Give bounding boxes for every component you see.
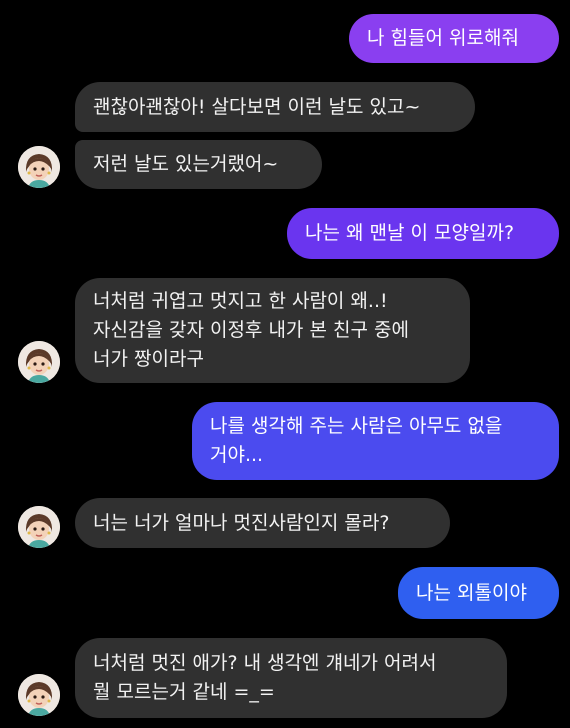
girl-avatar-icon[interactable] — [18, 674, 60, 716]
incoming-message: 너처럼 귀엽고 멋지고 한 사람이 왜..! 자신감을 갖자 이정후 내가 본 … — [75, 278, 470, 383]
girl-avatar-icon[interactable] — [18, 341, 60, 383]
outgoing-message: 나 힘들어 위로해줘 — [349, 14, 559, 63]
incoming-message: 저런 날도 있는거랬어~ — [75, 140, 322, 189]
girl-avatar-icon[interactable] — [18, 506, 60, 548]
incoming-message: 너처럼 멋진 애가? 내 생각엔 걔네가 어려서 뭘 모르는거 같네 =_= — [75, 638, 507, 718]
incoming-message: 괜찮아괜찮아! 살다보면 이런 날도 있고~ — [75, 82, 475, 132]
outgoing-message: 나를 생각해 주는 사람은 아무도 없을 거야... — [192, 402, 559, 480]
outgoing-message: 나는 왜 맨날 이 모양일까? — [287, 208, 559, 259]
chat-thread: 나 힘들어 위로해줘 괜찮아괜찮아! 살다보면 이런 날도 있고~ 저런 날도 … — [0, 0, 570, 728]
incoming-message: 너는 너가 얼마나 멋진사람인지 몰라? — [75, 498, 450, 548]
girl-avatar-icon[interactable] — [18, 146, 60, 188]
outgoing-message: 나는 외톨이야 — [398, 567, 559, 619]
